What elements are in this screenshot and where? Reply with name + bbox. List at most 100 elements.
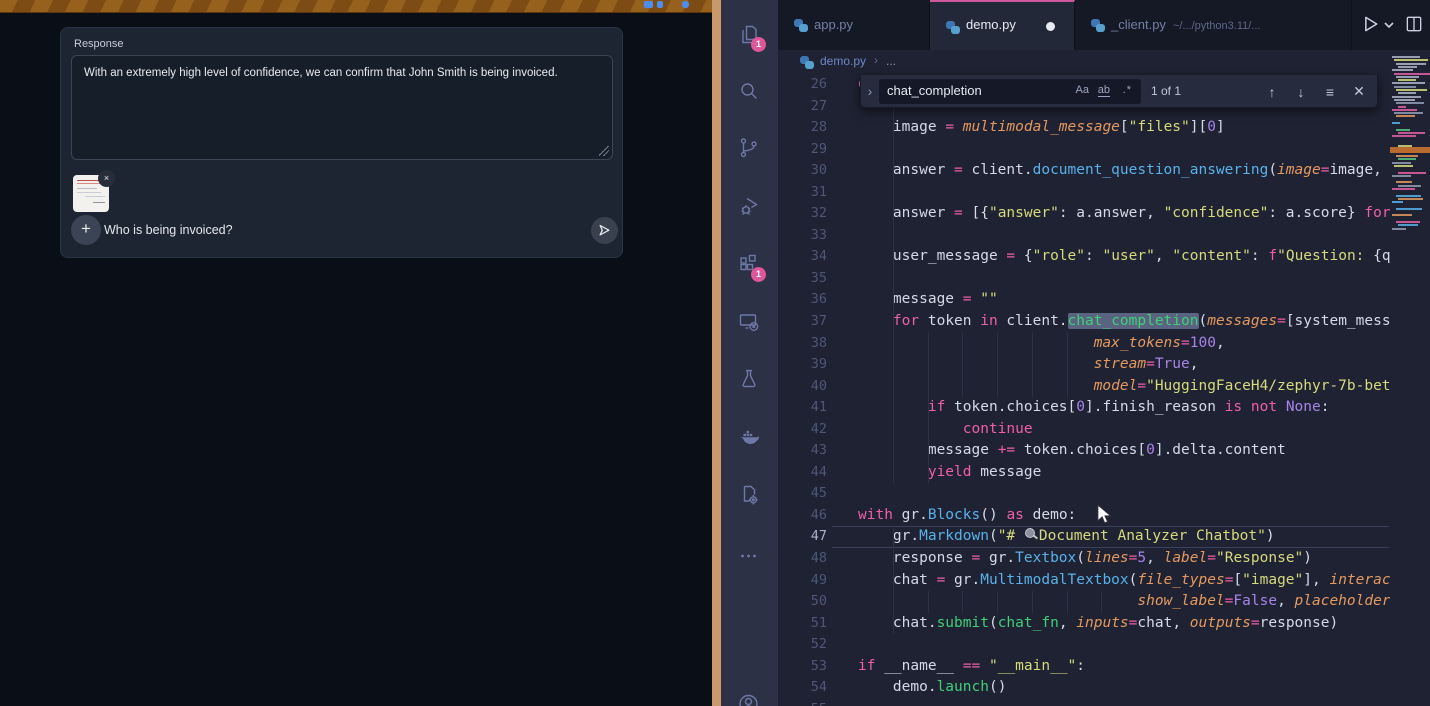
indent-guide	[893, 526, 894, 634]
indent-guide	[962, 591, 963, 613]
tab-demo-py[interactable]: demo.py	[930, 0, 1075, 50]
code-line: 29	[778, 139, 1430, 161]
indent-guide	[1032, 591, 1033, 613]
send-icon	[597, 223, 612, 238]
find-query-text: chat_completion	[887, 83, 982, 98]
line-number: 48	[778, 548, 827, 570]
line-number: 39	[778, 354, 827, 376]
code-line: 49 chat = gr.MultimodalTextbox(file_type…	[778, 570, 1430, 592]
activity-badge: 1	[751, 37, 766, 52]
find-next-icon[interactable]: ↓	[1291, 84, 1311, 100]
code-line: 42 continue	[778, 419, 1430, 441]
code-line: 32 answer = [{"answer": a.answer, "confi…	[778, 203, 1430, 225]
tab-bar: app.py demo.py _client.py~/.../python3.1…	[778, 0, 1430, 50]
toolbar-icon-fragment	[644, 1, 653, 8]
tab-app-py[interactable]: app.py	[778, 0, 930, 50]
activity-badge: 1	[751, 267, 766, 282]
response-textarea[interactable]: With an extremely high level of confiden…	[71, 55, 613, 160]
line-number: 27	[778, 96, 827, 118]
modified-dot-icon[interactable]	[1046, 22, 1055, 31]
line-number: 42	[778, 419, 827, 441]
line-number: 52	[778, 634, 827, 656]
indent-guide	[997, 591, 998, 613]
code-line: 52	[778, 634, 1430, 656]
activity-bar-item-extensions[interactable]: 1	[721, 241, 778, 289]
code-line: 54 demo.launch()	[778, 677, 1430, 699]
remote-explorer-icon	[737, 310, 761, 334]
whole-word-icon[interactable]: ab	[1098, 84, 1110, 97]
tab-label: app.py	[814, 17, 853, 32]
activity-bar-item-cmake-tools[interactable]	[721, 471, 778, 519]
breadcrumb-file[interactable]: demo.py	[820, 54, 866, 68]
code-line: 51 chat.submit(chat_fn, inputs=chat, out…	[778, 613, 1430, 635]
indent-guide	[893, 95, 894, 483]
attachment-close-icon[interactable]: ×	[98, 170, 115, 187]
split-editor-icon[interactable]	[1404, 14, 1424, 34]
code-line: 35	[778, 268, 1430, 290]
line-number: 40	[778, 376, 827, 398]
send-button[interactable]	[591, 217, 618, 244]
line-number: 36	[778, 289, 827, 311]
code-line: 48 response = gr.Textbox(lines=5, label=…	[778, 548, 1430, 570]
line-number: 49	[778, 570, 827, 592]
run-dropdown-chevron-icon[interactable]	[1383, 20, 1395, 30]
activity-bar: 11	[721, 0, 778, 706]
find-previous-icon[interactable]: ↑	[1262, 84, 1282, 100]
minimap-search-match-band	[1390, 147, 1430, 153]
run-python-file-icon[interactable]	[1360, 14, 1380, 34]
breadcrumb[interactable]: demo.py › ...	[778, 50, 1430, 74]
code-line: 34 user_message = {"role": "user", "cont…	[778, 246, 1430, 268]
code-line: 39 stream=True,	[778, 354, 1430, 376]
line-number: 26	[778, 74, 827, 96]
run-and-debug-icon	[737, 194, 761, 218]
line-number: 34	[778, 246, 827, 268]
activity-bar-item-testing[interactable]	[721, 355, 778, 403]
line-number: 28	[778, 117, 827, 139]
code-line: 44 yield message	[778, 462, 1430, 484]
minimap[interactable]	[1390, 50, 1430, 706]
line-number: 30	[778, 160, 827, 182]
add-file-button[interactable]: +	[71, 215, 101, 245]
breadcrumb-separator-icon: ›	[874, 53, 878, 67]
editor-group: app.py demo.py _client.py~/.../python3.1…	[778, 0, 1430, 706]
code-line: 33	[778, 225, 1430, 247]
code-line: 47 gr.Markdown("# Document Analyzer Chat…	[778, 526, 1430, 548]
tab-label: _client.py~/.../python3.11/...	[1111, 17, 1260, 32]
line-number: 31	[778, 182, 827, 204]
code-area[interactable]: 26de2728 image = multimodal_message["fil…	[778, 74, 1430, 706]
code-line: 43 message += token.choices[0].delta.con…	[778, 440, 1430, 462]
chat-input[interactable]: Who is being invoiced?	[104, 223, 233, 237]
line-number: 32	[778, 203, 827, 225]
code-line: 53if __name__ == "__main__":	[778, 656, 1430, 678]
activity-bar-item-source-control[interactable]	[721, 124, 778, 172]
browser-toolbar-edge	[0, 0, 712, 13]
activity-bar-item-more-views[interactable]	[721, 533, 778, 581]
response-label: Response	[74, 38, 124, 50]
line-number: 54	[778, 677, 827, 699]
account-icon	[737, 694, 761, 706]
editor-actions	[1351, 0, 1430, 50]
breadcrumb-symbol[interactable]: ...	[886, 54, 896, 68]
regex-icon[interactable]: .*	[1123, 84, 1132, 96]
toggle-replace-chevron-icon[interactable]: ›	[861, 83, 879, 99]
line-number: 51	[778, 613, 827, 635]
code-line: 50 show_label=False, placeholder="Ask")	[778, 591, 1430, 613]
find-in-selection-icon[interactable]: ≡	[1320, 84, 1340, 100]
find-match-count: 1 of 1	[1151, 84, 1181, 98]
code-line: 30 answer = client.document_question_ans…	[778, 160, 1430, 182]
find-input[interactable]: chat_completion Aa ab .*	[879, 79, 1141, 104]
source-control-icon	[737, 136, 761, 160]
code-line: 45	[778, 483, 1430, 505]
activity-bar-item-search[interactable]	[721, 67, 778, 115]
tab-client-py[interactable]: _client.py~/.../python3.11/...	[1075, 0, 1352, 50]
window-divider[interactable]	[712, 0, 721, 706]
resize-handle-icon[interactable]	[599, 146, 609, 156]
find-close-icon[interactable]: ✕	[1349, 83, 1369, 100]
activity-bar-item-explorer[interactable]: 1	[721, 11, 778, 59]
line-number: 41	[778, 397, 827, 419]
activity-bar-item-run-and-debug[interactable]	[721, 182, 778, 230]
activity-bar-item-account[interactable]	[721, 682, 778, 706]
activity-bar-item-docker[interactable]	[721, 413, 778, 461]
match-case-icon[interactable]: Aa	[1076, 84, 1089, 96]
activity-bar-item-remote-explorer[interactable]	[721, 298, 778, 346]
